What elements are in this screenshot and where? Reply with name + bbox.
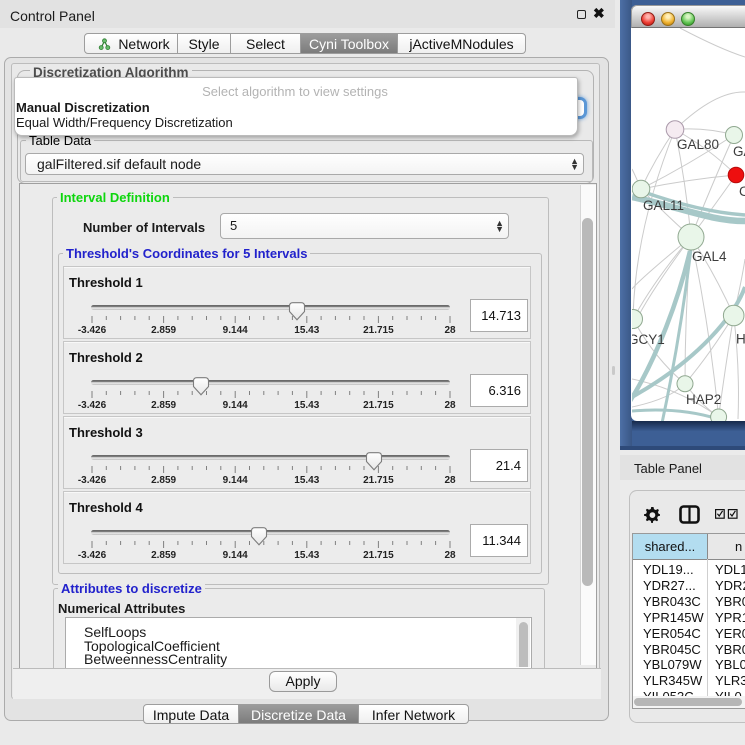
- svg-text:GA: GA: [733, 144, 745, 159]
- svg-text:C: C: [739, 184, 745, 199]
- svg-text:GCY1: GCY1: [632, 332, 665, 347]
- svg-text:GAL80: GAL80: [677, 137, 719, 152]
- svg-text:GAL4: GAL4: [692, 249, 727, 264]
- svg-text:GAL11: GAL11: [643, 198, 684, 213]
- svg-text:HAP2: HAP2: [686, 392, 721, 407]
- svg-text:H: H: [736, 332, 745, 347]
